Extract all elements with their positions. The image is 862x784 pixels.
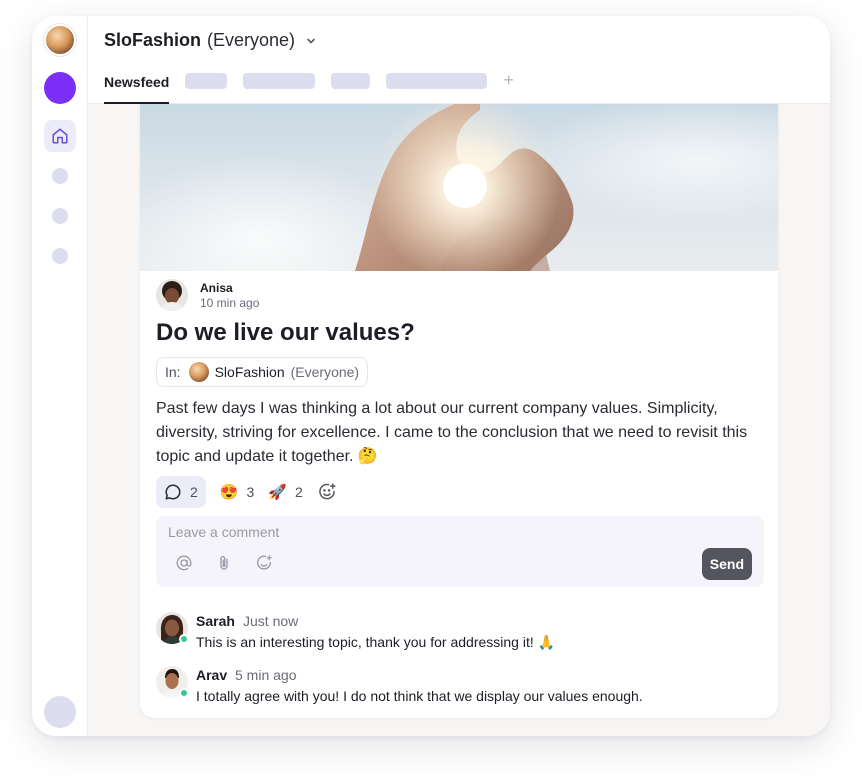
tab-placeholder[interactable] [386, 73, 488, 89]
sidebar-nav-item[interactable] [52, 208, 68, 224]
tab-placeholder[interactable] [243, 73, 316, 89]
comment-composer: Send [156, 516, 764, 587]
post-cover-image [140, 104, 778, 271]
workspace-selector[interactable]: SloFashion (Everyone) [104, 30, 317, 51]
newsfeed-content: Anisa 10 min ago Do we live our values? … [88, 104, 830, 736]
tab-bar: Newsfeed + [104, 71, 514, 104]
online-status-indicator [179, 634, 189, 644]
sidebar-nav-item[interactable] [52, 168, 68, 184]
workspace-avatar[interactable] [44, 24, 76, 56]
reaction-count: 3 [246, 484, 255, 500]
paperclip-icon[interactable] [215, 554, 233, 572]
online-status-indicator [179, 688, 189, 698]
channel-avatar [188, 362, 209, 382]
workspace-switcher-purple[interactable] [44, 72, 76, 104]
sidebar-nav-item[interactable] [52, 248, 68, 264]
plus-icon[interactable]: + [503, 71, 514, 89]
workspace-scope: (Everyone) [207, 30, 296, 50]
channel-name: SloFashion [214, 364, 285, 380]
comment-avatar[interactable] [156, 612, 189, 644]
rocket-emoji: 🚀 [268, 484, 287, 501]
workspace-name: SloFashion [104, 30, 202, 50]
comment-bubble-icon [165, 484, 181, 500]
author-avatar[interactable] [156, 279, 188, 311]
reaction-rocket[interactable]: 🚀 2 [268, 483, 302, 501]
comments-count: 2 [190, 484, 198, 500]
comment-text: I totally agree with you! I do not think… [196, 688, 643, 704]
sidebar [32, 16, 88, 736]
at-icon[interactable] [175, 554, 193, 572]
comment-avatar[interactable] [156, 666, 189, 698]
heart-eyes-emoji: 😍 [219, 484, 239, 501]
reaction-heart-eyes[interactable]: 😍 3 [220, 483, 254, 501]
home-button[interactable] [44, 120, 76, 152]
user-avatar[interactable] [44, 696, 76, 728]
comment-timestamp: Just now [243, 613, 299, 629]
chevron-down-icon [307, 38, 315, 44]
in-label: In: [165, 364, 181, 380]
reaction-bar: 2 😍 3 🚀 2 [156, 476, 337, 508]
post-channel-chip[interactable]: In: SloFashion (Everyone) [156, 357, 369, 387]
home-icon [52, 128, 68, 144]
tab-newsfeed[interactable]: Newsfeed [104, 72, 170, 104]
post-title: Do we live our values? [156, 319, 415, 346]
add-reaction-icon[interactable] [317, 482, 337, 502]
author-name[interactable]: Anisa [200, 281, 233, 295]
channel-scope: (Everyone) [290, 364, 360, 380]
comment-author[interactable]: Arav [196, 667, 227, 683]
post-timestamp: 10 min ago [200, 296, 260, 310]
reaction-count: 2 [294, 484, 303, 500]
post-card: Anisa 10 min ago Do we live our values? … [140, 104, 778, 718]
comment-input[interactable] [168, 524, 588, 540]
comment-author[interactable]: Sarah [196, 613, 235, 629]
tab-placeholder[interactable] [185, 73, 228, 89]
emoji-icon[interactable] [255, 554, 273, 572]
send-button[interactable]: Send [701, 548, 752, 580]
comments-count-button[interactable]: 2 [156, 476, 206, 508]
app-window: SloFashion (Everyone) Newsfeed + Anisa 1… [32, 16, 830, 736]
tab-placeholder[interactable] [331, 73, 371, 89]
header: SloFashion (Everyone) Newsfeed + [88, 16, 830, 104]
comment-timestamp: 5 min ago [235, 667, 297, 683]
comment-text: This is an interesting topic, thank you … [196, 634, 556, 650]
post-body: Past few days I was thinking a lot about… [156, 400, 748, 465]
